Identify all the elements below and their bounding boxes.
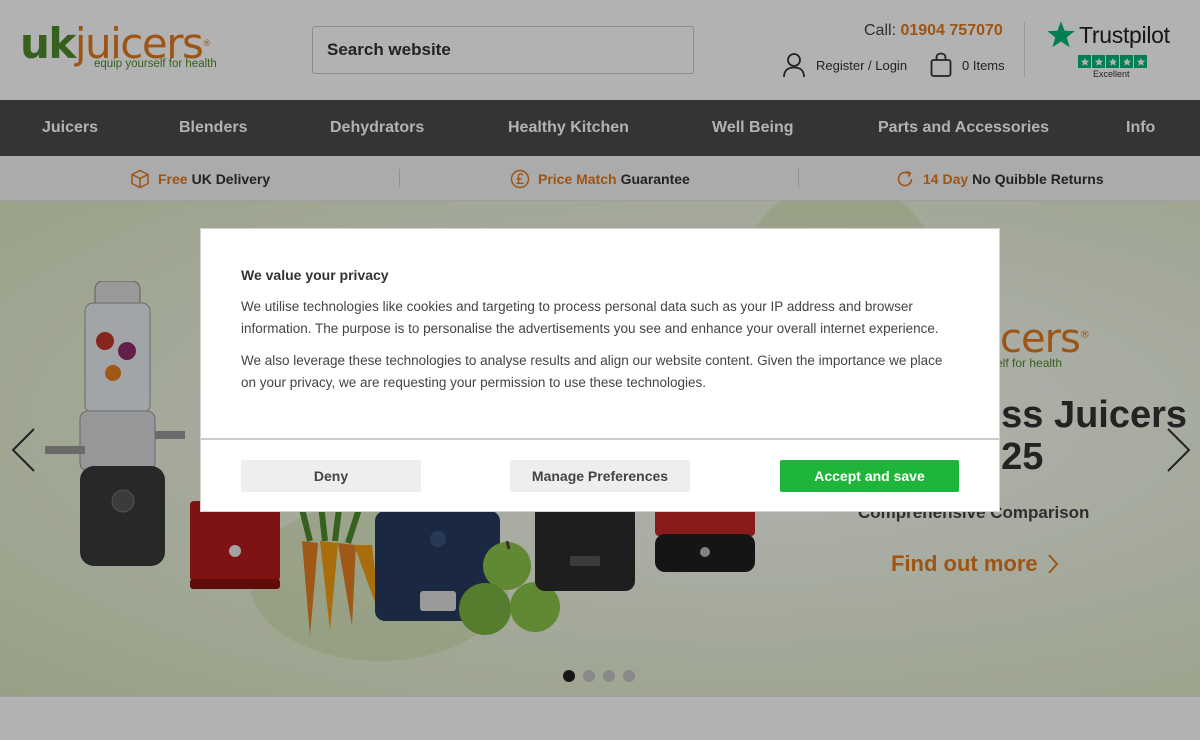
deny-button[interactable]: Deny [241,460,421,492]
cookie-dialog-divider [201,438,999,440]
cookie-dialog-paragraph-2: We also leverage these technologies to a… [241,353,943,390]
accept-and-save-button[interactable]: Accept and save [780,460,959,492]
cookie-dialog-title: We value your privacy [241,267,389,283]
cookie-consent-dialog: We value your privacy We utilise technol… [200,228,1000,512]
cookie-dialog-paragraph-1: We utilise technologies like cookies and… [241,299,939,336]
manage-preferences-button[interactable]: Manage Preferences [510,460,690,492]
